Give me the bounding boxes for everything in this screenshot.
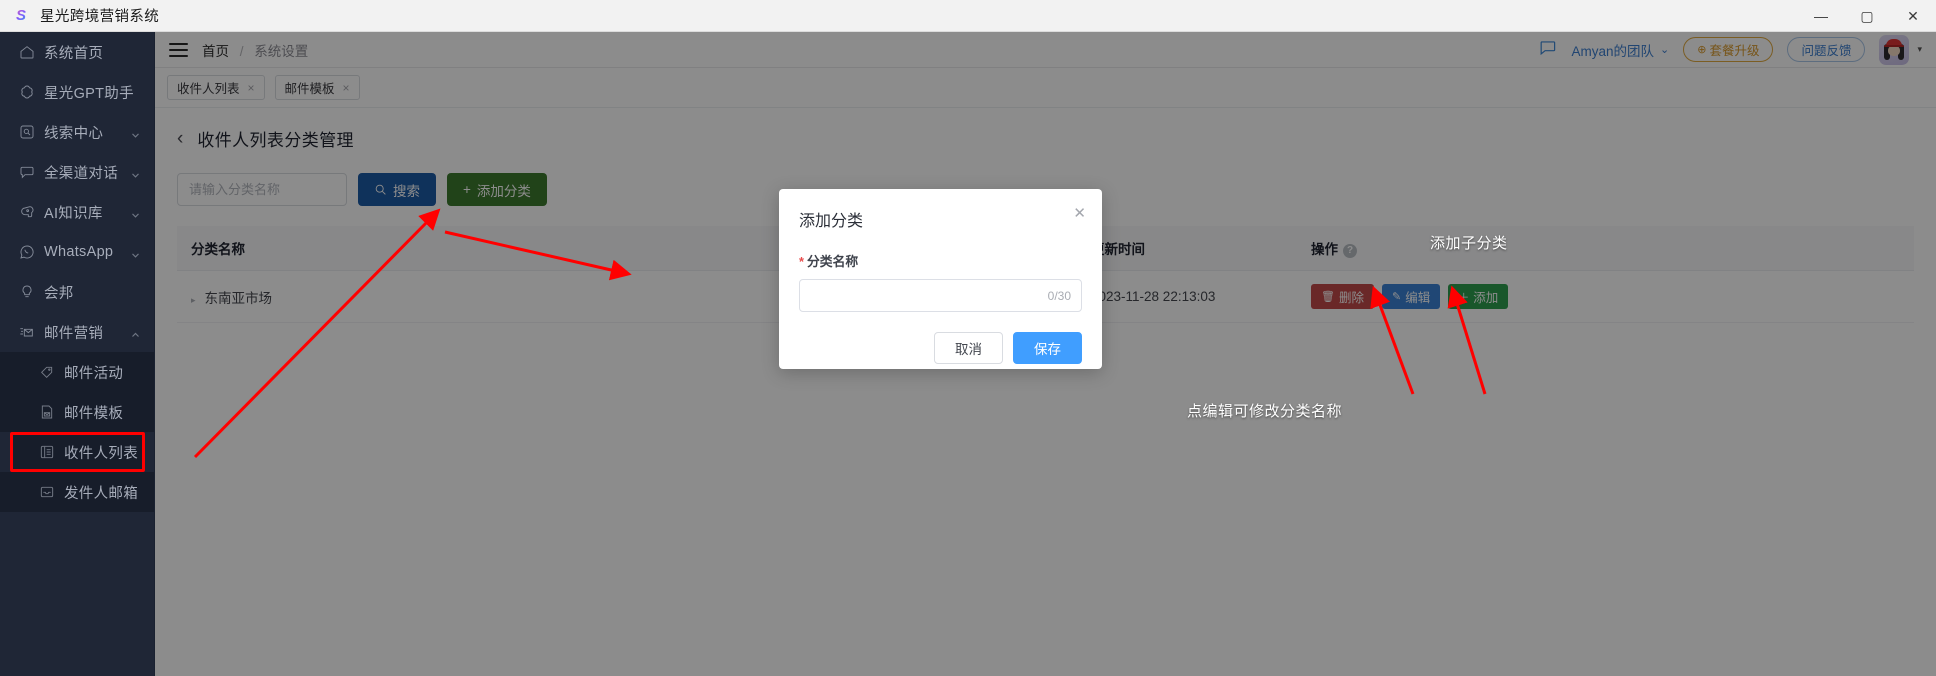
sidebar-item-label: 星光GPT助手 bbox=[44, 85, 134, 102]
chevron-down-icon bbox=[131, 248, 140, 258]
sidebar: 系统首页 星光GPT助手 线索中心 全渠道对话 AI知识库 WhatsApp 会… bbox=[0, 32, 155, 676]
whatsapp-icon bbox=[18, 244, 35, 261]
sidebar-item-email-template[interactable]: 邮件模板 bbox=[0, 392, 154, 432]
sidebar-item-label: 线索中心 bbox=[44, 125, 104, 142]
dialog-actions: 取消 保存 bbox=[799, 332, 1082, 364]
sidebar-item-home[interactable]: 系统首页 bbox=[0, 32, 154, 72]
sidebar-item-label: 系统首页 bbox=[44, 45, 104, 62]
close-icon[interactable]: ✕ bbox=[1890, 0, 1936, 32]
sidebar-item-label: 全渠道对话 bbox=[44, 165, 118, 182]
dialog-title: 添加分类 bbox=[799, 213, 864, 230]
maximize-icon[interactable]: ▢ bbox=[1844, 0, 1890, 32]
minimize-icon[interactable]: — bbox=[1798, 0, 1844, 32]
sidebar-item-label: 邮件营销 bbox=[44, 325, 104, 342]
sidebar-item-label: 收件人列表 bbox=[64, 445, 138, 462]
category-name-field-label: * 分类名称 bbox=[799, 251, 1082, 270]
sidebar-item-label: 会邦 bbox=[44, 285, 74, 302]
required-asterisk: * bbox=[799, 254, 804, 269]
save-button[interactable]: 保存 bbox=[1013, 332, 1082, 364]
main-area: 首页 / 系统设置 Amyan的团队 ⌄ ⊕ 套餐升级 问题反馈 ▾ 收件人列表… bbox=[155, 32, 1936, 676]
tag-icon bbox=[38, 364, 55, 381]
chevron-down-icon bbox=[131, 208, 140, 218]
sidebar-item-leads[interactable]: 线索中心 bbox=[0, 112, 154, 152]
sidebar-item-omnichannel[interactable]: 全渠道对话 bbox=[0, 152, 154, 192]
add-category-dialog: 添加分类 ✕ * 分类名称 0/30 取消 保存 bbox=[779, 189, 1102, 369]
chevron-up-icon bbox=[131, 328, 140, 337]
bulb-icon bbox=[18, 284, 35, 301]
char-counter: 0/30 bbox=[1047, 288, 1071, 303]
sidebar-item-ai-knowledge[interactable]: AI知识库 bbox=[0, 192, 154, 232]
mailbox-icon bbox=[38, 484, 55, 501]
leads-icon bbox=[18, 124, 35, 141]
window-title: 星光跨境营销系统 bbox=[40, 9, 160, 25]
window-controls: — ▢ ✕ bbox=[1798, 0, 1936, 32]
sidebar-item-whatsapp[interactable]: WhatsApp bbox=[0, 232, 154, 272]
category-name-input[interactable] bbox=[810, 280, 1048, 311]
home-icon bbox=[18, 44, 35, 61]
sidebar-item-email-marketing[interactable]: 邮件营销 bbox=[0, 312, 154, 352]
mail-marketing-icon bbox=[18, 324, 35, 341]
sidebar-item-label: 邮件模板 bbox=[64, 405, 124, 422]
app-logo-icon: S bbox=[12, 7, 30, 25]
ai-brain-icon bbox=[18, 204, 35, 221]
sidebar-item-sender-mailbox[interactable]: 发件人邮箱 bbox=[0, 472, 154, 512]
category-name-input-wrapper[interactable]: 0/30 bbox=[799, 279, 1082, 312]
sidebar-item-label: WhatsApp bbox=[44, 244, 114, 260]
chevron-down-icon bbox=[131, 168, 140, 178]
sidebar-item-email-campaign[interactable]: 邮件活动 bbox=[0, 352, 154, 392]
sidebar-item-label: 邮件活动 bbox=[64, 365, 124, 382]
sidebar-item-recipient-list[interactable]: 收件人列表 bbox=[10, 432, 145, 472]
sidebar-item-gpt[interactable]: 星光GPT助手 bbox=[0, 72, 154, 112]
list-icon bbox=[38, 444, 55, 461]
cancel-button[interactable]: 取消 bbox=[934, 332, 1003, 364]
app-shell: 系统首页 星光GPT助手 线索中心 全渠道对话 AI知识库 WhatsApp 会… bbox=[0, 32, 1936, 676]
chat-bubble-icon bbox=[18, 164, 35, 181]
sidebar-item-huibang[interactable]: 会邦 bbox=[0, 272, 154, 312]
sidebar-item-label: AI知识库 bbox=[44, 205, 103, 222]
window-titlebar: S 星光跨境营销系统 — ▢ ✕ bbox=[0, 0, 1936, 32]
gpt-icon bbox=[18, 84, 35, 101]
sidebar-item-label: 发件人邮箱 bbox=[64, 485, 138, 502]
template-icon bbox=[38, 404, 55, 421]
field-label-text: 分类名称 bbox=[806, 254, 859, 269]
dialog-close-icon[interactable]: ✕ bbox=[1073, 206, 1086, 221]
chevron-down-icon bbox=[131, 128, 140, 138]
